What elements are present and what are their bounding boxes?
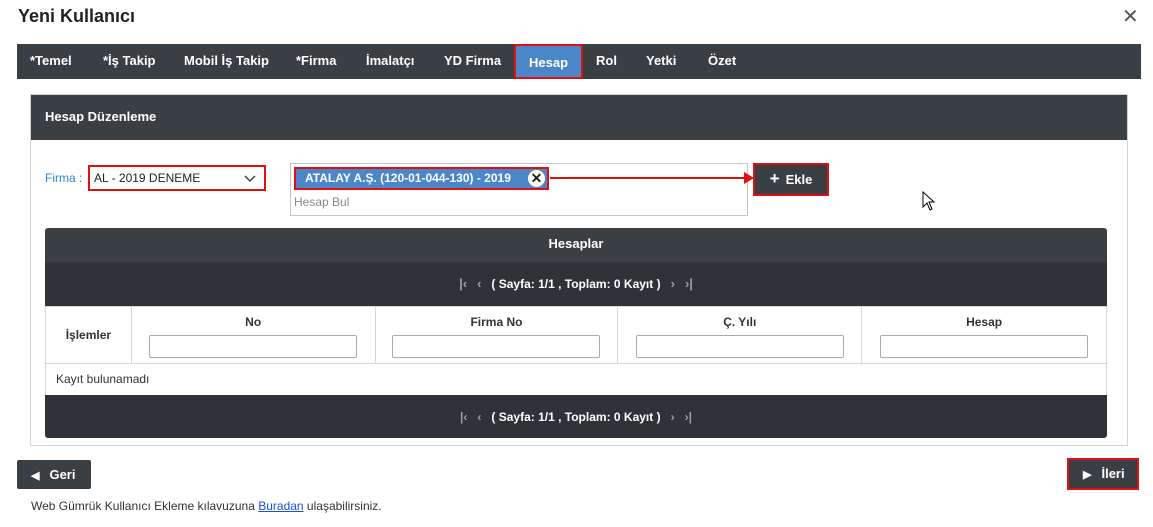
tab-yd-firma[interactable]: YD Firma: [444, 44, 501, 79]
filter-no-input[interactable]: [149, 335, 358, 358]
first-page-icon[interactable]: |‹: [460, 410, 467, 424]
hesap-search-box[interactable]: ATALAY A.Ş. (120-01-044-130) - 2019 ✕ He…: [290, 163, 748, 216]
ekle-button[interactable]: + Ekle: [753, 163, 829, 196]
column-firma-no-label: Firma No: [470, 315, 523, 329]
hesaplar-grid: Hesaplar |‹ ‹ ( Sayfa: 1/1 , Toplam: 0 K…: [45, 228, 1107, 438]
grid-title: Hesaplar: [45, 228, 1107, 262]
guide-note-prefix: Web Gümrük Kullanıcı Ekleme kılavuzuna: [31, 499, 259, 513]
column-no: No: [130, 306, 376, 364]
selected-hesap-tag: ATALAY A.Ş. (120-01-044-130) - 2019 ✕: [294, 167, 549, 190]
filter-firma-no-input[interactable]: [392, 335, 601, 358]
column-c-yili: Ç. Yılı: [617, 306, 863, 364]
ekle-button-label: Ekle: [785, 172, 813, 187]
chevron-down-icon: [244, 168, 256, 196]
right-arrow-icon: ▶: [1083, 469, 1092, 481]
selected-hesap-label: ATALAY A.Ş. (120-01-044-130) - 2019: [305, 171, 511, 185]
annotation-arrow: [550, 177, 750, 179]
tab-hesap[interactable]: Hesap: [514, 44, 583, 79]
bottom-pager: |‹ ‹ ( Sayfa: 1/1 , Toplam: 0 Kayıt ) › …: [45, 395, 1107, 438]
column-c-yili-label: Ç. Yılı: [723, 315, 757, 329]
back-button-label: Geri: [49, 467, 76, 482]
tab-temel[interactable]: *Temel: [30, 44, 72, 79]
prev-page-icon[interactable]: ‹: [477, 410, 481, 424]
tab-is-takip[interactable]: *İş Takip: [103, 44, 156, 79]
top-pager: |‹ ‹ ( Sayfa: 1/1 , Toplam: 0 Kayıt ) › …: [45, 262, 1107, 306]
column-hesap-label: Hesap: [966, 315, 1003, 329]
tab-firma[interactable]: *Firma: [296, 44, 336, 79]
next-button-label: İleri: [1101, 466, 1125, 481]
column-no-label: No: [245, 315, 262, 329]
tab-bar: *Temel *İş Takip Mobil İş Takip *Firma İ…: [17, 44, 1141, 79]
grid-columns: İşlemler No Firma No Ç. Yılı Hesap: [45, 306, 1107, 364]
tab-rol[interactable]: Rol: [596, 44, 617, 79]
hesap-panel: Hesap Düzenleme Firma : AL - 2019 DENEME…: [30, 94, 1128, 446]
tab-ozet[interactable]: Özet: [708, 44, 736, 79]
last-page-icon[interactable]: ›|: [685, 276, 693, 291]
prev-page-icon[interactable]: ‹: [477, 276, 481, 291]
tab-mobil-is-takip[interactable]: Mobil İş Takip: [184, 44, 269, 79]
hesap-search-placeholder[interactable]: Hesap Bul: [294, 195, 349, 209]
first-page-icon[interactable]: |‹: [459, 276, 467, 291]
filter-hesap-input[interactable]: [880, 335, 1089, 358]
tab-imalatci[interactable]: İmalatçı: [366, 44, 414, 79]
panel-title: Hesap Düzenleme: [31, 95, 1127, 140]
next-page-icon[interactable]: ›: [671, 276, 675, 291]
next-button[interactable]: ▶ İleri: [1067, 458, 1139, 490]
tab-hesap-label: Hesap: [528, 55, 569, 70]
remove-tag-icon[interactable]: ✕: [528, 170, 545, 187]
firma-select-value: AL - 2019 DENEME: [94, 171, 201, 185]
guide-note-suffix: ulaşabilirsiniz.: [303, 499, 382, 513]
firma-select[interactable]: AL - 2019 DENEME: [88, 165, 266, 191]
close-icon[interactable]: ✕: [1122, 4, 1139, 29]
left-arrow-icon: ◀: [31, 470, 40, 482]
last-page-icon[interactable]: ›|: [685, 410, 692, 424]
plus-icon: +: [769, 169, 780, 188]
pager-text: ( Sayfa: 1/1 , Toplam: 0 Kayıt ): [491, 277, 661, 291]
empty-message: Kayıt bulunamadı: [45, 364, 1107, 395]
next-page-icon[interactable]: ›: [671, 410, 675, 424]
filter-c-yili-input[interactable]: [635, 335, 844, 358]
mouse-cursor-icon: [922, 191, 936, 211]
guide-link[interactable]: Buradan: [258, 499, 303, 513]
firma-label: Firma :: [45, 171, 83, 185]
dialog-title: Yeni Kullanıcı: [18, 6, 136, 26]
column-firma-no: Firma No: [374, 306, 619, 364]
pager-text-bottom: ( Sayfa: 1/1 , Toplam: 0 Kayıt ): [491, 410, 661, 424]
column-islemler: İşlemler: [45, 306, 132, 364]
guide-note: Web Gümrük Kullanıcı Ekleme kılavuzuna B…: [31, 499, 382, 513]
back-button[interactable]: ◀ Geri: [17, 460, 91, 489]
column-hesap: Hesap: [861, 306, 1107, 364]
tab-yetki[interactable]: Yetki: [646, 44, 676, 79]
